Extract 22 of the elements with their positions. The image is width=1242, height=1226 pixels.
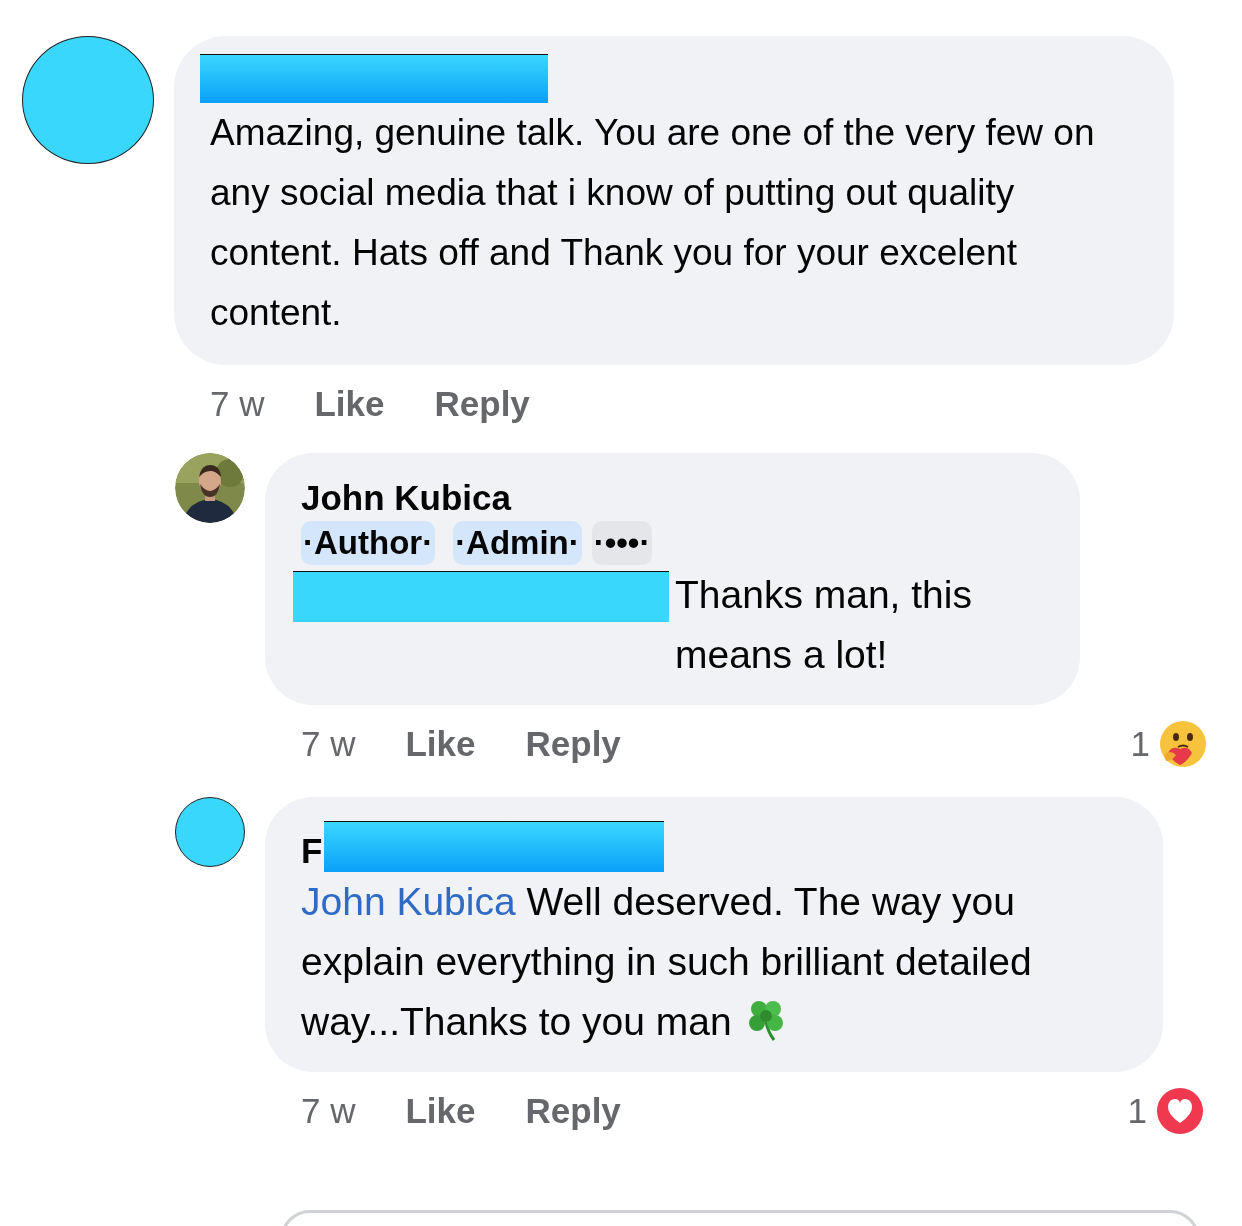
- comment-action-link[interactable]: Like: [405, 1091, 476, 1131]
- comment-text: Amazing, genuine talk. You are one of the very few on any social media that i know of putting out quality content. Hats off and Thank you for your excelent content.: [210, 111, 1096, 335]
- mention-link[interactable]: John Kubica: [301, 880, 516, 923]
- reaction-count[interactable]: 1: [1130, 724, 1150, 764]
- author-name[interactable]: F: [301, 830, 323, 872]
- author-badge: ·Author·: [301, 521, 436, 565]
- heart-reaction-icon[interactable]: [1155, 1086, 1205, 1136]
- hug-emoji-icon[interactable]: [1158, 719, 1208, 769]
- comment-action-link[interactable]: Like: [314, 384, 385, 424]
- comment-time: 7 w: [301, 1091, 356, 1131]
- comment-action-link[interactable]: Reply: [434, 384, 530, 424]
- comment-action-link[interactable]: Reply: [525, 724, 621, 764]
- comment-time: 7 w: [210, 384, 265, 424]
- author-badge: ·•••·: [591, 521, 653, 565]
- comment-action-link[interactable]: Reply: [525, 1091, 621, 1131]
- reaction-count[interactable]: 1: [1127, 1091, 1147, 1131]
- comment-action-link[interactable]: Like: [405, 724, 476, 764]
- comment-text: John Kubica Well deserved. The way you explain everything in such brilliant detailed way...Thanks to you man: [301, 879, 1033, 1045]
- comment-text: Thanks man, this means a lot!: [675, 572, 973, 678]
- author-badge: ·Admin·: [453, 521, 582, 565]
- comment-time: 7 w: [301, 724, 356, 764]
- author-name[interactable]: John Kubica: [301, 477, 512, 519]
